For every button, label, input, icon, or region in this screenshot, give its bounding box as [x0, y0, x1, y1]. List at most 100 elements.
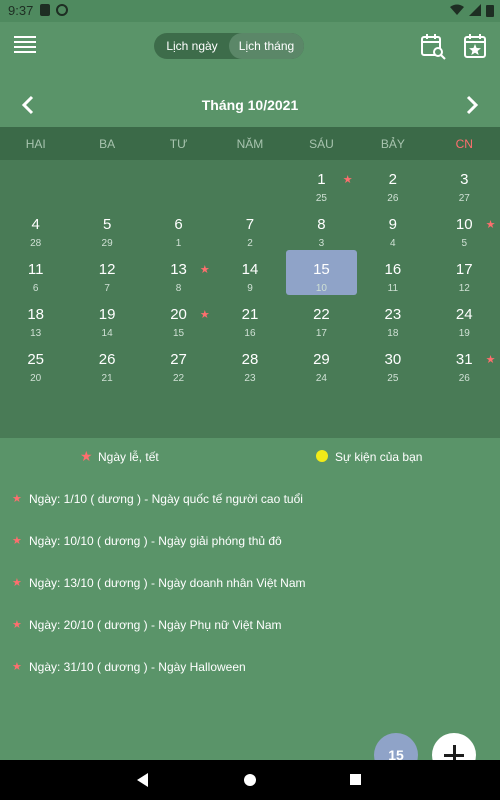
chevron-left-icon[interactable]	[18, 93, 38, 117]
signal-icon	[469, 4, 481, 16]
day-cell[interactable]: 27 22	[143, 340, 214, 385]
event-dot-icon	[316, 450, 328, 462]
day-cell[interactable]: 26 21	[71, 340, 142, 385]
day-cell[interactable]: 94	[357, 205, 428, 250]
day-number: 9	[388, 216, 397, 233]
recents-icon[interactable]	[350, 774, 361, 785]
day-number: 3	[460, 171, 469, 188]
day-cell[interactable]: 72	[214, 205, 285, 250]
back-icon[interactable]	[137, 773, 148, 787]
month-title: Tháng 10/2021	[201, 97, 299, 113]
day-cell[interactable]: 30 25	[357, 340, 428, 385]
battery-icon	[486, 5, 494, 17]
day-cell[interactable]: 61	[143, 205, 214, 250]
lunar-day-number: 2	[247, 238, 253, 249]
holiday-star-icon: ★	[12, 535, 22, 547]
day-cell[interactable]: 11 6	[0, 250, 71, 295]
calendar-star-icon[interactable]	[462, 32, 488, 60]
app-bar: Lịch ngày Lịch tháng	[0, 22, 500, 72]
lunar-day-number: 27	[458, 193, 470, 204]
day-cell-selected[interactable]: 15 10	[285, 250, 358, 295]
weekday-header: HAI BA TƯ NĂM SÁU BẢY CN	[0, 127, 500, 160]
day-cell[interactable]: 25 20	[0, 340, 71, 385]
day-number: 14	[241, 261, 259, 278]
day-number: 5	[102, 216, 112, 233]
event-list-item[interactable]: ★ Ngày: 10/10 ( dương ) - Ngày giải phóng…	[12, 532, 492, 552]
day-number: 7	[245, 216, 255, 233]
wifi-icon	[450, 4, 464, 15]
holiday-star-icon: ★	[199, 309, 210, 321]
day-number: 30	[384, 351, 402, 368]
status-bar: 9:37	[0, 0, 500, 22]
lunar-day-number: 5	[461, 238, 468, 249]
day-cell[interactable]: 5 29	[71, 205, 142, 250]
lunar-day-number: 12	[458, 283, 470, 294]
event-text: Ngày: 20/10 ( dương ) - Ngày Phụ nữ Việt…	[29, 618, 282, 632]
day-cell[interactable]: 12 7	[71, 250, 142, 295]
day-cell[interactable]: 31 26 ★	[429, 340, 500, 385]
day-number: 6	[174, 216, 183, 233]
weekday-label: TƯ	[169, 137, 188, 151]
day-number: 26	[98, 351, 116, 368]
chevron-right-icon[interactable]	[462, 93, 482, 117]
lunar-day-number: 17	[315, 328, 327, 339]
lunar-day-number: 16	[244, 328, 256, 339]
view-toggle: Lịch ngày Lịch tháng	[154, 33, 304, 59]
event-list-item[interactable]: ★ Ngày: 20/10 ( dương ) - Ngày Phụ nữ Việ…	[12, 616, 492, 636]
lunar-day-number: 3	[318, 238, 325, 249]
event-list-item[interactable]: ★ Ngày: 31/10 ( dương ) - Ngày Halloween	[12, 658, 492, 678]
home-icon[interactable]	[244, 774, 256, 786]
day-number: 28	[241, 351, 259, 368]
day-cell[interactable]: 13 8 ★	[143, 250, 214, 295]
lunar-day-number: 1	[175, 238, 182, 249]
tab-month-view[interactable]: Lịch tháng	[229, 33, 304, 59]
day-number: 22	[313, 306, 330, 323]
day-cell[interactable]: 18 13	[0, 295, 71, 340]
weekday-label: BA	[99, 137, 116, 151]
day-number: 11	[27, 261, 44, 278]
calendar-search-icon[interactable]	[420, 32, 446, 60]
lunar-day-number: 22	[172, 373, 185, 384]
day-number: 15	[313, 261, 330, 278]
lunar-day-number: 4	[390, 238, 396, 249]
day-cell[interactable]: 29 24	[286, 340, 357, 385]
lunar-day-number: 25	[387, 373, 399, 384]
day-number: 17	[455, 261, 473, 278]
day-cell[interactable]: 83	[286, 205, 357, 250]
day-number: 29	[313, 351, 330, 368]
menu-icon[interactable]	[14, 36, 36, 56]
event-list-item[interactable]: ★ Ngày: 1/10 ( dương ) - Ngày quốc tế ngư…	[12, 490, 492, 510]
day-cell[interactable]: 20 15 ★	[143, 295, 214, 340]
day-cell[interactable]: 23 18	[357, 295, 428, 340]
day-number: 18	[27, 306, 45, 323]
day-number: 23	[384, 306, 402, 323]
weekday-label: HAI	[25, 137, 46, 151]
event-list-item[interactable]: ★ Ngày: 13/10 ( dương ) - Ngày doanh nhân…	[12, 574, 492, 594]
day-cell[interactable]: 22 17	[286, 295, 357, 340]
lunar-day-number: 29	[101, 238, 113, 249]
lunar-day-number: 28	[30, 238, 42, 249]
legend-holiday-label: Ngày lễ, tết	[98, 450, 159, 464]
day-number: 12	[98, 261, 116, 278]
day-number: 21	[241, 306, 259, 323]
day-cell[interactable]: 24 19	[429, 295, 500, 340]
day-cell[interactable]: 21 16	[214, 295, 285, 340]
lunar-day-number: 15	[172, 328, 185, 339]
day-cell[interactable]: 17 12	[429, 250, 500, 295]
day-cell[interactable]: 19 14	[71, 295, 142, 340]
day-cell[interactable]: 28 23	[214, 340, 285, 385]
calendar-grid: 1 25 ★ 2 26 3 27 4 28 5 29 6 1 7 2 8 3 9 4 10 5 ★ 11 6 12 7 13 8 ★ 14…	[0, 160, 500, 438]
day-cell[interactable]: 10 5 ★	[429, 205, 500, 250]
day-cell[interactable]: 16 11	[357, 250, 428, 295]
day-cell[interactable]: 2 26	[357, 160, 428, 205]
day-cell[interactable]: 3 27	[429, 160, 500, 205]
day-number: 27	[170, 351, 187, 368]
holiday-star-icon: ★	[12, 493, 22, 505]
tab-day-view[interactable]: Lịch ngày	[154, 33, 230, 59]
event-text: Ngày: 1/10 ( dương ) - Ngày quốc tế ngườ…	[29, 492, 303, 506]
day-cell[interactable]: 4 28	[0, 205, 71, 250]
day-cell[interactable]: 14 9	[214, 250, 285, 295]
holiday-star-icon: ★	[199, 264, 210, 276]
lunar-day-number: 14	[101, 328, 113, 339]
day-cell[interactable]: 1 25 ★	[286, 160, 357, 205]
